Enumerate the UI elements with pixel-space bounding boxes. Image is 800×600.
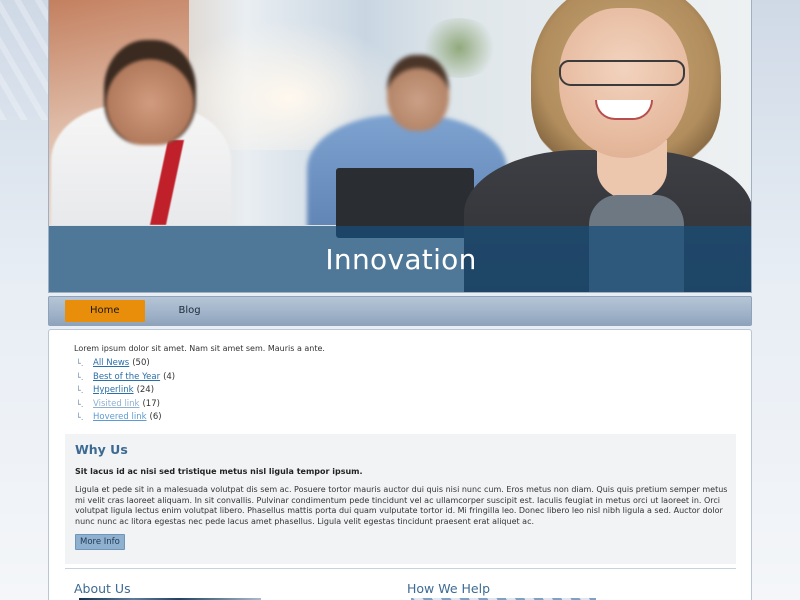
link-hyperlink[interactable]: Hyperlink: [93, 384, 134, 398]
how-we-help-title: How We Help: [407, 581, 491, 596]
section-paragraph: Ligula et pede sit in a malesuada volutp…: [75, 485, 728, 526]
nav-item-blog[interactable]: Blog: [157, 300, 223, 322]
photo-man-left-head: [104, 40, 196, 145]
nav-item-home[interactable]: Home: [65, 300, 145, 322]
page-wrapper: Innovation Home Blog Lorem ipsum dolor s…: [48, 0, 752, 600]
link-visited[interactable]: Visited link: [93, 398, 139, 412]
main-nav: Home Blog: [48, 296, 752, 326]
link-count: (50): [132, 358, 150, 368]
section-lead: Sit lacus id ac nisi sed tristique metus…: [75, 467, 363, 476]
list-item: └. All News (50): [76, 357, 735, 371]
link-count: (17): [142, 398, 160, 409]
link-count: (4): [163, 371, 176, 382]
tree-branch-icon: └.: [76, 372, 84, 382]
content-panel: Lorem ipsum dolor sit amet. Nam sit amet…: [48, 329, 752, 600]
more-info-button[interactable]: More Info: [75, 534, 125, 550]
list-item: └. Hovered link (6): [76, 411, 735, 425]
photo-man-center-head: [387, 55, 449, 131]
why-us-section: Why Us Sit lacus id ac nisi sed tristiqu…: [65, 434, 736, 564]
list-item: └. Best of the Year (4): [76, 371, 735, 385]
link-list: └. All News (50) └. Best of the Year (4)…: [74, 357, 735, 425]
list-item: └. Hyperlink (24): [76, 384, 735, 398]
list-item: └. Visited link (17): [76, 398, 735, 412]
photo-woman-glasses: [559, 60, 685, 86]
intro-text: Lorem ipsum dolor sit amet. Nam sit amet…: [74, 344, 325, 353]
banner-overlay: Innovation: [49, 226, 751, 292]
header-banner-image: Innovation: [48, 0, 752, 293]
link-hovered[interactable]: Hovered link: [93, 411, 147, 425]
section-title: Why Us: [75, 442, 128, 457]
banner-title: Innovation: [325, 243, 477, 276]
link-best-of-year[interactable]: Best of the Year: [93, 371, 160, 385]
about-us-title: About Us: [74, 581, 131, 596]
tree-branch-icon: └.: [76, 413, 84, 422]
link-count: (24): [136, 385, 155, 395]
tree-branch-icon: └.: [76, 386, 84, 395]
tree-branch-icon: └.: [76, 359, 84, 368]
link-count: (6): [149, 412, 162, 422]
tree-branch-icon: └.: [76, 399, 84, 409]
divider: [65, 568, 736, 569]
link-all-news[interactable]: All News: [93, 357, 129, 371]
